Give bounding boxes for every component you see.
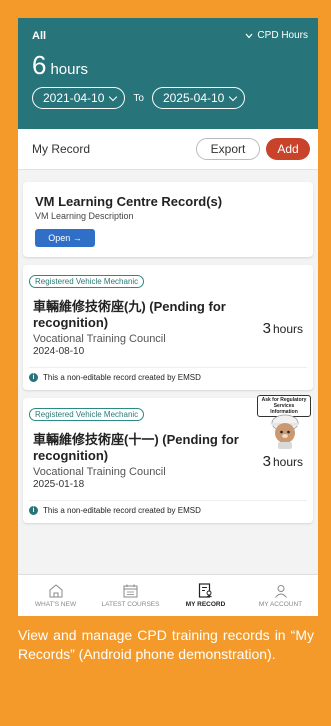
record-hours: 3 hours — [263, 453, 307, 470]
record-toolbar: My Record Export Add — [18, 129, 318, 170]
cpd-hours-label: CPD Hours — [257, 30, 308, 41]
record-hours-value: 3 — [262, 319, 271, 337]
info-icon: i — [29, 506, 38, 515]
nav-label: WHAT'S NEW — [34, 600, 77, 608]
vm-card-description: VM Learning Description — [35, 211, 134, 221]
record-note-text: This a non-editable record created by EM… — [43, 506, 201, 515]
nav-whats-new[interactable]: WHAT'S NEW — [18, 575, 93, 616]
record-note-text: This a non-editable record created by EM… — [43, 373, 201, 382]
date-range: 2021-04-10 To 2025-04-10 — [32, 87, 304, 109]
record-note: i This a non-editable record created by … — [29, 500, 307, 515]
nav-label: MY ACCOUNT — [258, 600, 303, 608]
mascot-helper[interactable]: Ask for Regulatory Services Information — [255, 395, 311, 455]
phone-screen: All CPD Hours 6 hours 2021-04-10 To 2025… — [18, 18, 318, 616]
record-tag: Registered Vehicle Mechanic — [29, 275, 145, 288]
record-title: 車輛維修技術座(十一) (Pending for recognition) — [33, 432, 239, 463]
calendar-icon — [123, 584, 138, 597]
vm-learning-card: VM Learning Centre Record(s) VM Learning… — [23, 182, 313, 257]
total-hours-unit: hours — [50, 61, 88, 78]
record-date: 2024-08-10 — [33, 346, 85, 357]
total-hours-value: 6 — [32, 50, 47, 80]
record-date: 2025-01-18 — [33, 479, 85, 490]
total-hours: 6 hours — [32, 50, 304, 81]
nav-latest-courses[interactable]: LATEST COURSES — [93, 575, 168, 616]
chevron-down-icon — [109, 92, 118, 101]
record-hours-value: 3 — [262, 452, 271, 470]
nav-my-record[interactable]: MY RECORD — [168, 575, 243, 616]
record-card[interactable]: Registered Vehicle Mechanic 車輛維修技術座(九) (… — [23, 265, 313, 390]
vm-card-title: VM Learning Centre Record(s) — [35, 194, 223, 209]
nav-my-account[interactable]: MY ACCOUNT — [243, 575, 318, 616]
date-to-picker[interactable]: 2025-04-10 — [151, 87, 246, 109]
record-hours-unit: hours — [272, 321, 303, 336]
record-hours-unit: hours — [272, 454, 303, 469]
cpd-hours-dropdown[interactable]: CPD Hours — [245, 30, 308, 41]
add-button[interactable]: Add — [266, 138, 310, 160]
record-hours: 3 hours — [263, 320, 307, 337]
info-icon: i — [29, 373, 38, 382]
cpd-header: All CPD Hours 6 hours 2021-04-10 To 2025… — [18, 18, 318, 129]
chevron-down-icon — [229, 92, 238, 101]
record-organisation: Vocational Training Council — [33, 333, 166, 345]
chevron-down-icon — [245, 33, 253, 38]
record-card[interactable]: Registered Vehicle Mechanic Ask for Regu… — [23, 395, 313, 523]
user-icon — [274, 584, 287, 598]
record-title: 車輛維修技術座(九) (Pending for recognition) — [33, 299, 226, 330]
record-organisation: Vocational Training Council — [33, 466, 166, 478]
nav-label: LATEST COURSES — [101, 600, 160, 608]
mascot-icon — [271, 414, 299, 449]
export-button[interactable]: Export — [196, 138, 260, 160]
home-icon — [49, 583, 62, 597]
record-icon — [198, 583, 212, 598]
open-button[interactable]: Open → — [35, 229, 95, 247]
date-from-value: 2021-04-10 — [43, 91, 105, 105]
record-tag: Registered Vehicle Mechanic — [29, 408, 145, 421]
date-from-picker[interactable]: 2021-04-10 — [32, 87, 126, 109]
nav-label: MY RECORD — [185, 601, 226, 608]
record-note: i This a non-editable record created by … — [29, 367, 307, 382]
bottom-navigation: WHAT'S NEW LATEST COURSES MY RECORD MY A… — [18, 574, 318, 616]
screenshot-caption: View and manage CPD training records in … — [18, 627, 314, 662]
date-to-label: To — [133, 92, 144, 104]
record-title: My Record — [32, 142, 91, 156]
date-to-value: 2025-04-10 — [162, 91, 225, 105]
